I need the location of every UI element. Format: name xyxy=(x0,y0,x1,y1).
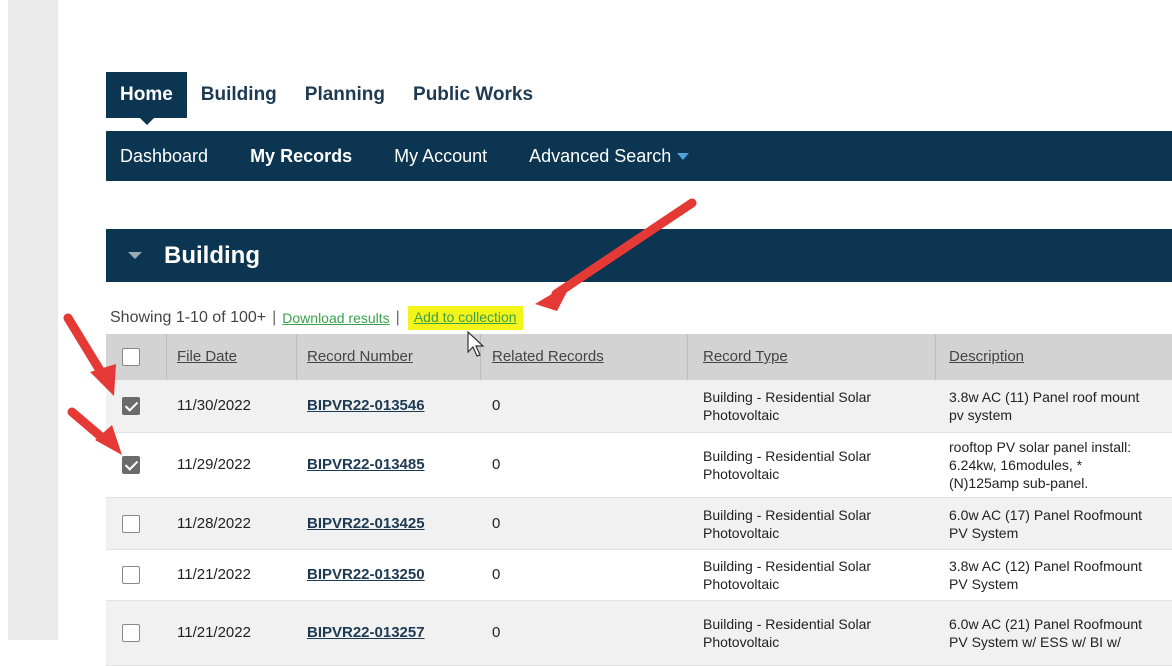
mouse-pointer-icon xyxy=(467,330,485,357)
red-arrow-icon xyxy=(535,198,697,311)
red-arrow-icon xyxy=(67,407,122,455)
red-arrow-icon xyxy=(63,313,116,396)
annotation-overlay xyxy=(63,198,697,455)
